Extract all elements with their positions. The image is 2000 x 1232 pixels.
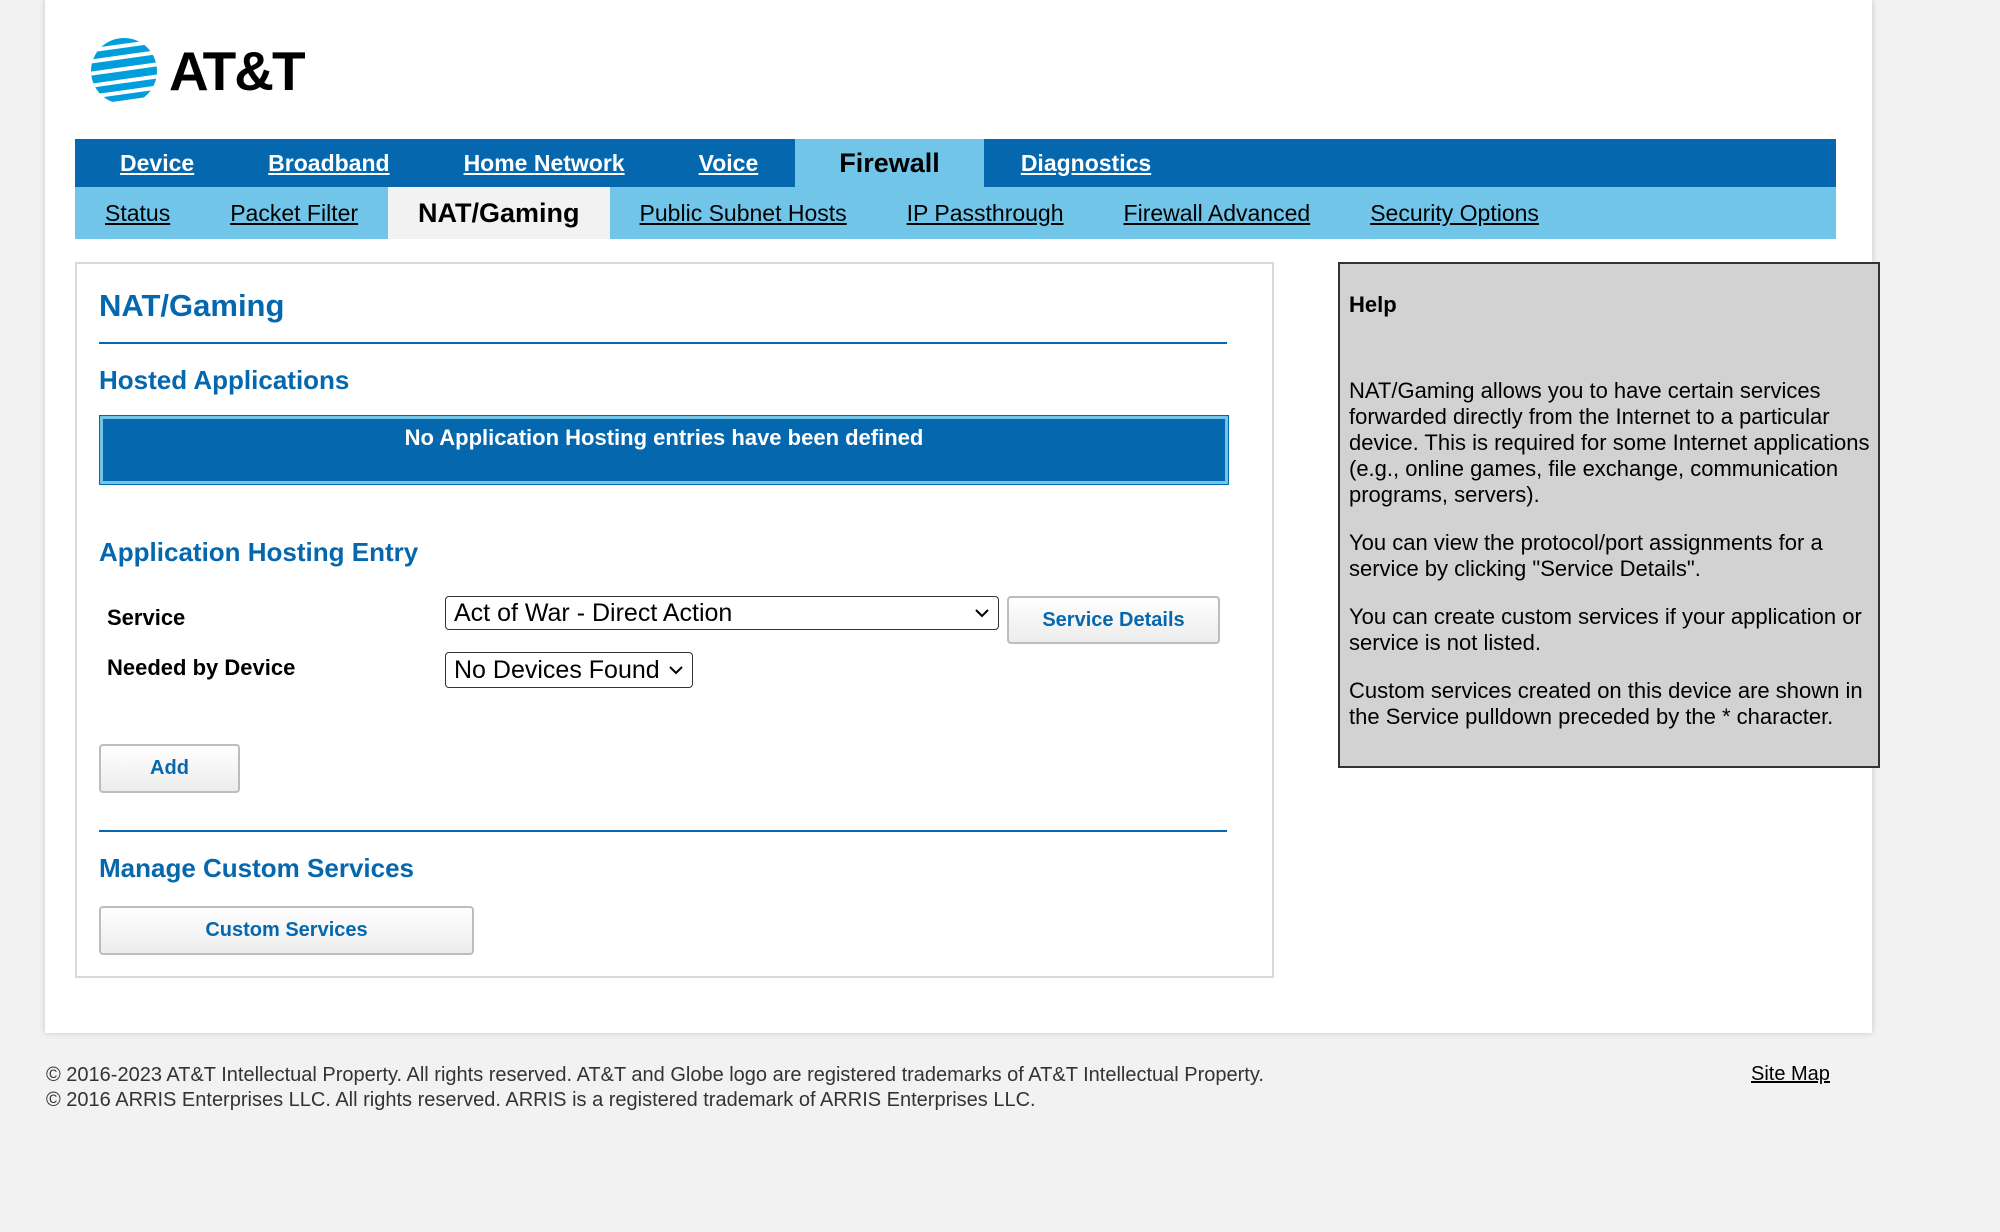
help-paragraph: You can create custom services if your a… <box>1349 604 1862 655</box>
chevron-down-icon <box>669 666 683 675</box>
help-paragraph: You can view the protocol/port assignmen… <box>1349 530 1823 581</box>
device-label: Needed by Device <box>107 655 296 680</box>
service-select[interactable]: Act of War - Direct Action <box>445 596 999 630</box>
tab-broadband[interactable]: Broadband <box>231 139 426 187</box>
help-paragraph: Custom services created on this device a… <box>1349 678 1863 729</box>
tab-home-network[interactable]: Home Network <box>427 139 662 187</box>
content-panel: NAT/Gaming Hosted Applications No Applic… <box>75 262 1274 978</box>
copyright-arris: © 2016 ARRIS Enterprises LLC. All rights… <box>46 1089 1036 1111</box>
att-logo: AT&T <box>89 36 306 106</box>
site-map-link[interactable]: Site Map <box>1751 1063 1830 1086</box>
service-select-value: Act of War - Direct Action <box>454 598 733 627</box>
att-globe-icon <box>91 38 157 104</box>
entry-title: Application Hosting Entry <box>99 537 419 567</box>
help-paragraph: NAT/Gaming allows you to have certain se… <box>1349 378 1870 507</box>
page-card: AT&T Device Broadband Home Network Voice… <box>45 0 1880 1033</box>
primary-nav: Device Broadband Home Network Voice Fire… <box>75 139 1836 187</box>
divider <box>99 830 1227 832</box>
subtab-nat-gaming[interactable]: NAT/Gaming <box>388 187 610 239</box>
page-title: NAT/Gaming <box>99 288 285 323</box>
add-button[interactable]: Add <box>99 744 240 793</box>
tab-firewall[interactable]: Firewall <box>795 139 984 187</box>
subtab-status[interactable]: Status <box>75 187 200 239</box>
chevron-down-icon <box>975 609 989 618</box>
service-details-button[interactable]: Service Details <box>1007 596 1220 644</box>
secondary-nav: Status Packet Filter NAT/Gaming Public S… <box>75 187 1836 239</box>
device-select[interactable]: No Devices Found <box>445 652 693 688</box>
service-label: Service <box>107 605 186 630</box>
custom-services-button[interactable]: Custom Services <box>99 906 474 955</box>
subtab-firewall-advanced[interactable]: Firewall Advanced <box>1094 187 1341 239</box>
subtab-packet-filter[interactable]: Packet Filter <box>200 187 388 239</box>
help-title: Help <box>1349 292 1397 317</box>
copyright-att: © 2016-2023 AT&T Intellectual Property. … <box>46 1064 1264 1086</box>
help-panel: Help NAT/Gaming allows you to have certa… <box>1338 262 1880 768</box>
hosted-apps-title: Hosted Applications <box>99 365 350 395</box>
subtab-public-subnet-hosts[interactable]: Public Subnet Hosts <box>610 187 877 239</box>
hosted-apps-empty-banner: No Application Hosting entries have been… <box>99 415 1229 485</box>
device-select-value: No Devices Found <box>454 655 660 684</box>
tab-device[interactable]: Device <box>75 139 231 187</box>
manage-title: Manage Custom Services <box>99 853 415 883</box>
footer: © 2016-2023 AT&T Intellectual Property. … <box>46 1063 1264 1113</box>
brand-name: AT&T <box>169 40 306 102</box>
divider <box>99 342 1227 344</box>
subtab-security-options[interactable]: Security Options <box>1340 187 1569 239</box>
tab-voice[interactable]: Voice <box>662 139 796 187</box>
tab-diagnostics[interactable]: Diagnostics <box>984 139 1188 187</box>
subtab-ip-passthrough[interactable]: IP Passthrough <box>877 187 1094 239</box>
